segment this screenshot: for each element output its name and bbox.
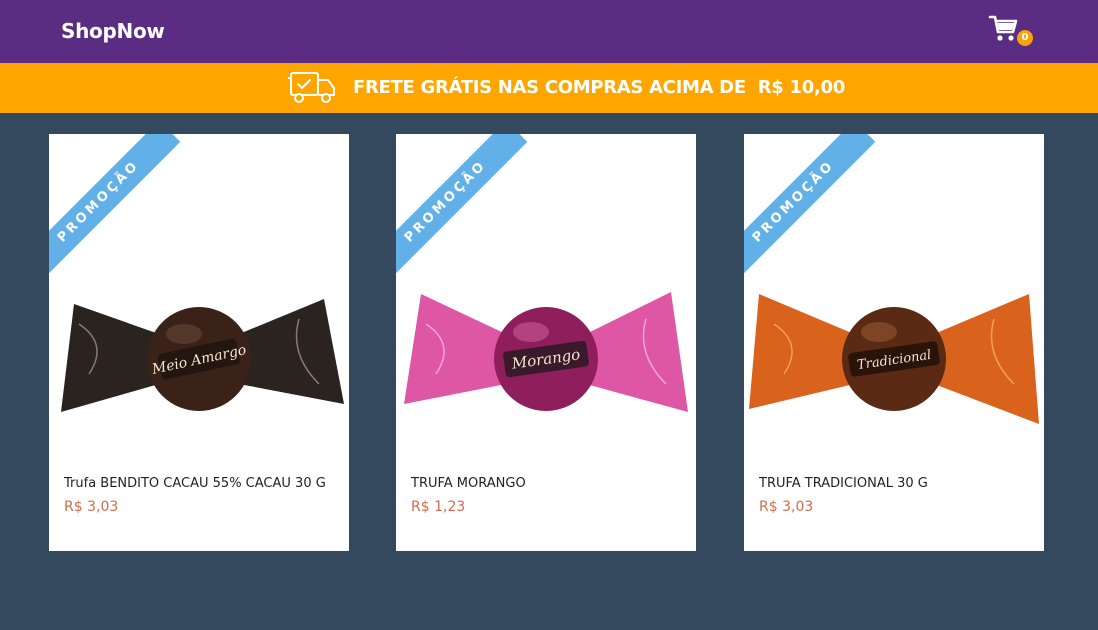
- product-price: R$ 3,03: [759, 499, 814, 515]
- product-card[interactable]: Morango PROMOÇÃO TRUFA MORANGO R$ 1,23: [396, 134, 696, 551]
- cart-count-badge: 0: [1017, 30, 1033, 46]
- product-name[interactable]: TRUFA MORANGO: [411, 476, 686, 491]
- promo-ribbon: PROMOÇÃO: [744, 134, 876, 274]
- shopping-cart-icon: [988, 15, 1018, 41]
- product-price: R$ 1,23: [411, 499, 466, 515]
- product-name[interactable]: Trufa BENDITO CACAU 55% CACAU 30 G: [64, 476, 339, 491]
- product-name[interactable]: TRUFA TRADICIONAL 30 G: [759, 476, 1034, 491]
- top-navbar: ShopNow 0: [0, 0, 1098, 63]
- promo-ribbon: PROMOÇÃO: [396, 134, 528, 274]
- delivery-truck-icon: [288, 72, 335, 103]
- product-image: Meio Amargo: [49, 284, 349, 434]
- product-card[interactable]: Tradicional PROMOÇÃO TRUFA TRADICIONAL 3…: [744, 134, 1044, 551]
- free-shipping-banner: FRETE GRÁTIS NAS COMPRAS ACIMA DE R$ 10,…: [0, 63, 1098, 113]
- cart-button[interactable]: 0: [986, 12, 1034, 48]
- product-price: R$ 3,03: [64, 499, 119, 515]
- product-image: Morango: [396, 284, 696, 434]
- product-card[interactable]: Meio Amargo PROMOÇÃO Trufa BENDITO CACAU…: [49, 134, 349, 551]
- banner-text: FRETE GRÁTIS NAS COMPRAS ACIMA DE R$ 10,…: [353, 77, 845, 98]
- promo-ribbon: PROMOÇÃO: [49, 134, 181, 274]
- product-image: Tradicional: [744, 284, 1044, 434]
- brand-logo[interactable]: ShopNow: [61, 19, 165, 43]
